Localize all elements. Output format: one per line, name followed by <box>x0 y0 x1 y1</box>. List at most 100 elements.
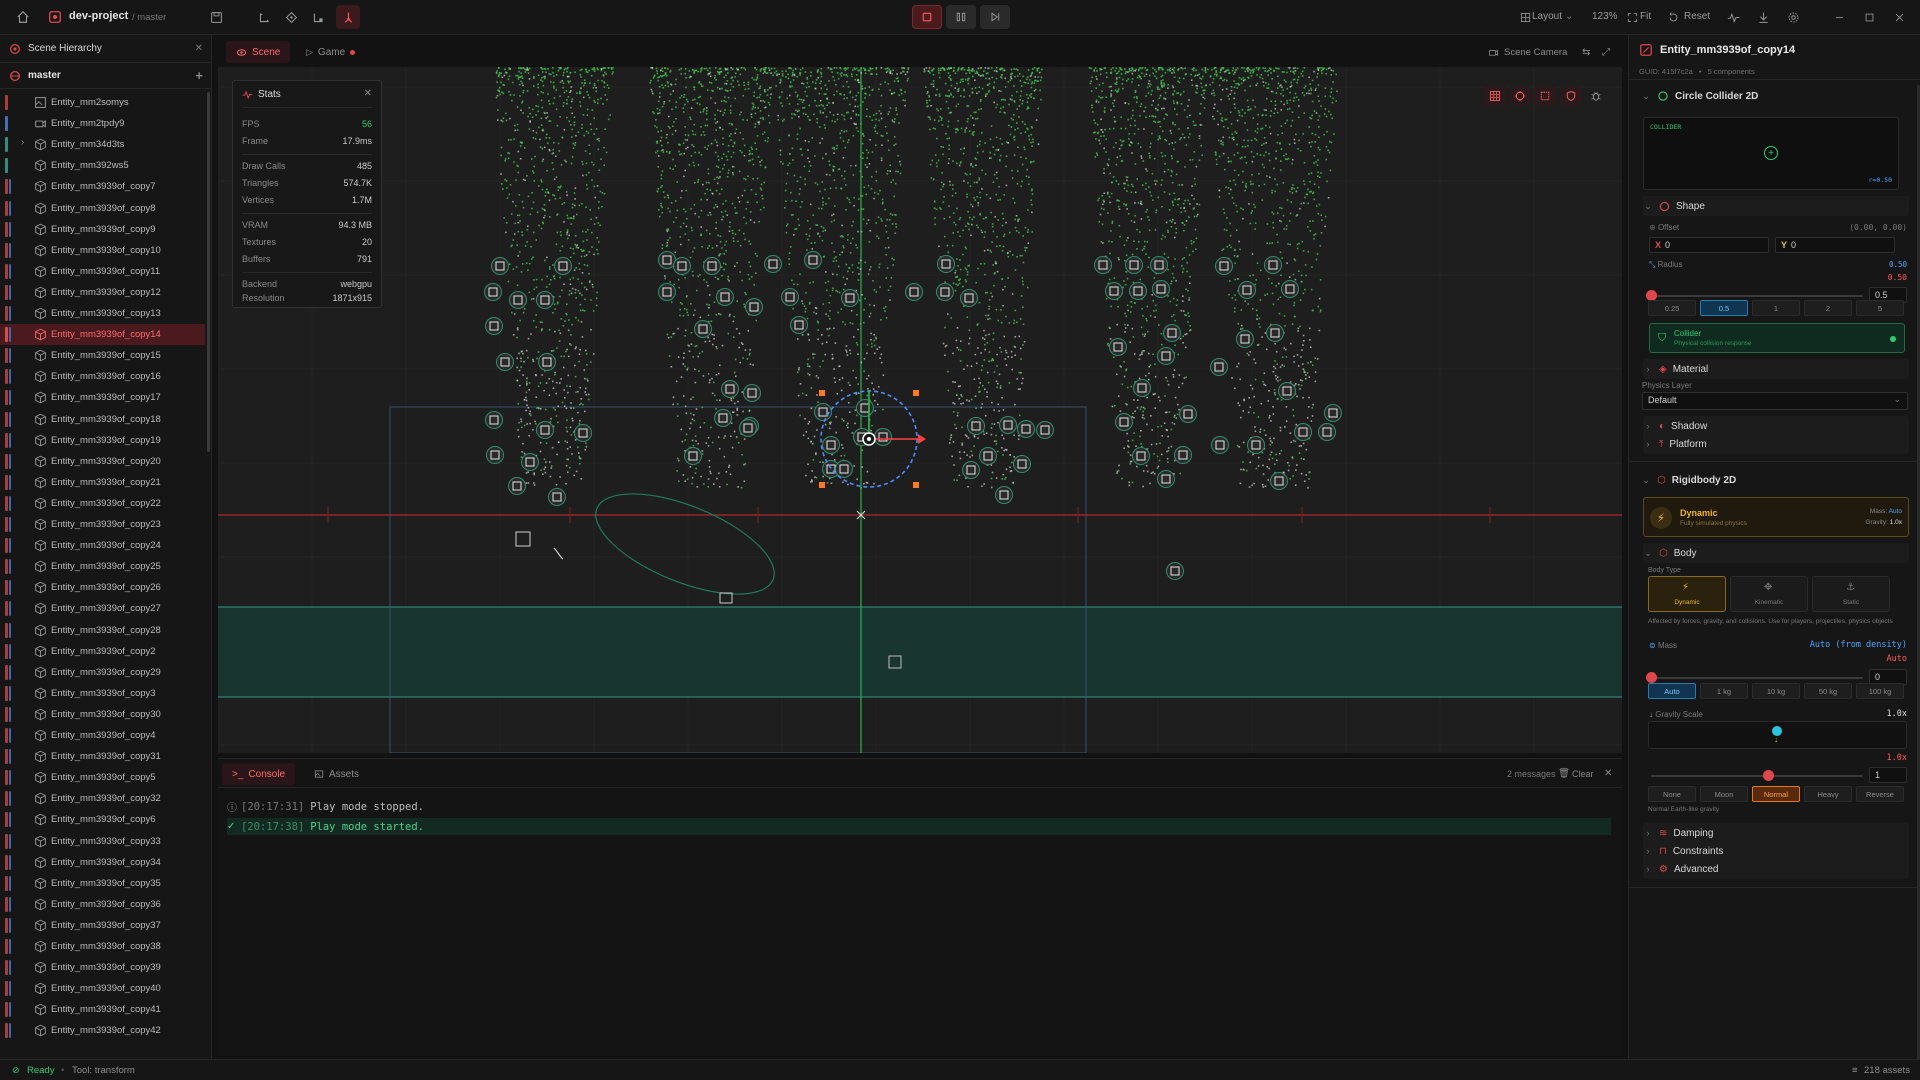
download-icon[interactable] <box>1754 8 1772 26</box>
close-icon[interactable]: ✕ <box>195 43 203 54</box>
reset-icon[interactable] <box>1664 8 1682 26</box>
hierarchy-item[interactable]: Entity_mm3939of_copy26 <box>0 577 205 598</box>
hierarchy-item[interactable]: Entity_mm3939of_copy37 <box>0 915 205 936</box>
hierarchy-item[interactable]: Entity_mm392ws5 <box>0 155 205 176</box>
hierarchy-item[interactable]: Entity_mm3939of_copy35 <box>0 873 205 894</box>
hierarchy-item[interactable]: Entity_mm3939of_copy13 <box>0 303 205 324</box>
particle <box>667 239 669 241</box>
close-icon[interactable] <box>1890 8 1908 26</box>
hierarchy-item[interactable]: Entity_mm3939of_copy42 <box>0 1020 205 1041</box>
hierarchy-item[interactable]: Entity_mm3939of_copy21 <box>0 472 205 493</box>
scene-viewport[interactable] <box>218 67 1622 753</box>
stop-button[interactable] <box>912 5 942 29</box>
hierarchy-item[interactable]: Entity_mm3939of_copy20 <box>0 451 205 472</box>
hierarchy-item[interactable]: Entity_mm3939of_copy40 <box>0 978 205 999</box>
hierarchy-item[interactable]: Entity_mm3939of_copy12 <box>0 282 205 303</box>
scale-tool-icon[interactable] <box>309 8 327 26</box>
hierarchy-item[interactable]: Entity_mm2tpdy9 <box>0 113 205 134</box>
hierarchy-item[interactable]: Entity_mm3939of_copy15 <box>0 345 205 366</box>
particle <box>1150 93 1152 96</box>
hierarchy-item[interactable]: Entity_mm3939of_copy11 <box>0 261 205 282</box>
particle <box>1000 309 1002 311</box>
hierarchy-item[interactable]: Entity_mm3939of_copy19 <box>0 430 205 451</box>
particle <box>1142 470 1145 472</box>
hierarchy-item[interactable]: Entity_mm3939of_copy9 <box>0 219 205 240</box>
hierarchy-item[interactable]: Entity_mm3939of_copy28 <box>0 620 205 641</box>
hierarchy-item[interactable]: Entity_mm3939of_copy3 <box>0 683 205 704</box>
hierarchy-item[interactable]: Entity_mm3939of_copy7 <box>0 176 205 197</box>
particle <box>1112 67 1114 69</box>
hierarchy-item[interactable]: Entity_mm3939of_copy27 <box>0 598 205 619</box>
move-tool-icon[interactable] <box>255 8 273 26</box>
pause-button[interactable] <box>946 5 976 29</box>
particle <box>866 377 868 380</box>
hierarchy-root[interactable]: master + <box>0 63 211 89</box>
tab-game[interactable]: ▷ Game <box>296 41 365 63</box>
home-icon[interactable] <box>14 8 32 26</box>
save-icon[interactable] <box>207 8 225 26</box>
hierarchy-item[interactable]: Entity_mm3939of_copy5 <box>0 767 205 788</box>
hierarchy-item[interactable]: Entity_mm3939of_copy31 <box>0 746 205 767</box>
tab-scene[interactable]: Scene <box>226 41 291 63</box>
particle <box>1125 369 1127 372</box>
chevron-right-icon[interactable]: › <box>21 137 24 148</box>
hierarchy-item[interactable]: Entity_mm3939of_copy18 <box>0 409 205 430</box>
fit-icon[interactable] <box>1623 8 1641 26</box>
particle <box>667 67 669 70</box>
hierarchy-item[interactable]: Entity_mm2somys <box>0 92 205 113</box>
hierarchy-item[interactable]: Entity_mm3939of_copy32 <box>0 788 205 809</box>
hierarchy-item[interactable]: Entity_mm3939of_copy36 <box>0 894 205 915</box>
project-name[interactable]: dev-project <box>69 10 128 22</box>
hierarchy-item[interactable]: Entity_mm3939of_copy16 <box>0 366 205 387</box>
pulse-icon[interactable] <box>1724 8 1742 26</box>
hierarchy-item[interactable]: Entity_mm3939of_copy38 <box>0 936 205 957</box>
hierarchy-item[interactable]: Entity_mm3939of_copy22 <box>0 493 205 514</box>
entity-layer-bar <box>9 960 11 976</box>
particle <box>1267 277 1270 280</box>
transform-tool-icon[interactable] <box>336 5 360 29</box>
gear-icon[interactable] <box>1784 8 1802 26</box>
scene-camera-button[interactable]: Scene Camera <box>1478 41 1577 63</box>
hierarchy-item[interactable]: Entity_mm3939of_copy29 <box>0 662 205 683</box>
hierarchy-item[interactable]: Entity_mm3939of_copy6 <box>0 809 205 830</box>
hierarchy-item[interactable]: Entity_mm3939of_copy17 <box>0 387 205 408</box>
fit-button[interactable]: Fit <box>1640 11 1651 22</box>
step-button[interactable] <box>980 5 1010 29</box>
expand-icon[interactable]: ⤢ <box>1598 41 1614 63</box>
particle <box>700 475 702 478</box>
hierarchy-item[interactable]: Entity_mm3939of_copy4 <box>0 725 205 746</box>
hierarchy-item[interactable]: Entity_mm3939of_copy10 <box>0 240 205 261</box>
hierarchy-item[interactable]: Entity_mm3939of_copy24 <box>0 535 205 556</box>
hierarchy-item[interactable]: Entity_mm3939of_copy33 <box>0 831 205 852</box>
particle <box>725 249 727 252</box>
scene-canvas[interactable] <box>218 67 1622 753</box>
particle <box>570 124 572 126</box>
particle <box>1118 464 1120 467</box>
add-entity-icon[interactable]: + <box>195 68 203 83</box>
zoom-level[interactable]: 123% <box>1592 11 1618 22</box>
minimize-icon[interactable] <box>1830 8 1848 26</box>
hierarchy-item[interactable]: Entity_mm3939of_copy41 <box>0 999 205 1020</box>
hierarchy-scrollbar[interactable] <box>207 92 210 452</box>
branch-name[interactable]: / master <box>132 12 166 23</box>
maximize-icon[interactable] <box>1860 8 1878 26</box>
hierarchy-item[interactable]: Entity_mm3939of_copy25 <box>0 556 205 577</box>
hierarchy-item[interactable]: Entity_mm3939of_copy23 <box>0 514 205 535</box>
hierarchy-item[interactable]: › Entity_mm34d3ts <box>0 134 205 155</box>
particle <box>799 383 802 385</box>
particle <box>669 167 671 170</box>
reset-button[interactable]: Reset <box>1684 11 1710 22</box>
hierarchy-item[interactable]: Entity_mm3939of_copy2 <box>0 641 205 662</box>
particle <box>522 91 524 94</box>
particle <box>763 68 766 71</box>
hierarchy-item[interactable]: Entity_mm3939of_copy30 <box>0 704 205 725</box>
hierarchy-item[interactable]: Entity_mm3939of_copy34 <box>0 852 205 873</box>
swap-view-icon[interactable]: ⇆ <box>1578 41 1594 63</box>
hierarchy-item[interactable]: Entity_mm3939of_copy39 <box>0 957 205 978</box>
chevron-down-icon[interactable]: ⌄ <box>1565 11 1573 22</box>
layout-label[interactable]: Layout <box>1532 11 1562 22</box>
particle <box>930 83 933 85</box>
hierarchy-item[interactable]: Entity_mm3939of_copy14 <box>0 324 205 346</box>
hierarchy-item[interactable]: Entity_mm3939of_copy8 <box>0 198 205 219</box>
rotate-tool-icon[interactable] <box>282 8 300 26</box>
